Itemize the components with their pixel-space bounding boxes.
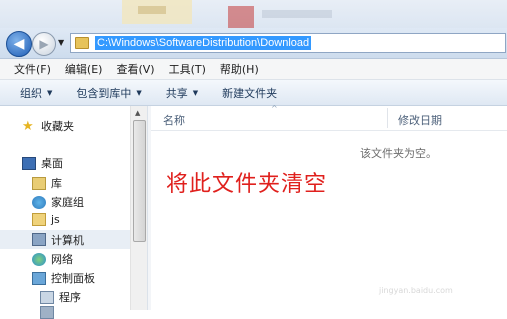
menu-help[interactable]: 帮助(H) <box>220 61 259 77</box>
new-folder-label: 新建文件夹 <box>222 86 278 100</box>
nav-item-library[interactable]: 库 <box>32 175 62 191</box>
organize-button[interactable]: 组织 ▼ <box>20 85 52 101</box>
address-bar[interactable]: C:\Windows\SoftwareDistribution\Download <box>70 33 506 53</box>
nav-item-homegroup[interactable]: 家庭组 <box>32 194 84 210</box>
programs-icon <box>40 290 54 304</box>
nav-pane-scrollbar[interactable]: ▲ <box>130 106 147 310</box>
scrollbar-thumb[interactable] <box>133 120 146 242</box>
command-bar: 组织 ▼ 包含到库中 ▼ 共享 ▼ 新建文件夹 <box>0 80 507 106</box>
navigation-pane: ★ 收藏夹 桌面 库 家庭组 js 计算机 网络 控制面板 程序 <box>0 106 147 319</box>
chevron-down-icon: ▼ <box>192 88 199 97</box>
forward-button[interactable]: ▶ <box>32 32 56 56</box>
menu-view[interactable]: 查看(V) <box>116 61 154 77</box>
nav-item-control-panel[interactable]: 控制面板 <box>32 270 95 286</box>
nav-item-programs[interactable]: 程序 <box>40 289 81 305</box>
nav-item-partial[interactable] <box>40 306 59 319</box>
scroll-up-icon[interactable]: ▲ <box>135 109 140 117</box>
back-button[interactable]: ◀ <box>6 31 32 57</box>
menu-file[interactable]: 文件(F) <box>14 61 51 77</box>
nav-label: 程序 <box>59 291 81 304</box>
nav-item-computer[interactable]: 计算机 <box>0 230 130 249</box>
nav-item-favorites[interactable]: ★ 收藏夹 <box>22 118 74 134</box>
folder-icon <box>75 37 89 49</box>
user-folder-icon <box>32 213 46 226</box>
new-folder-button[interactable]: 新建文件夹 <box>222 85 277 101</box>
address-path[interactable]: C:\Windows\SoftwareDistribution\Download <box>95 36 312 50</box>
annotation-text: 将此文件夹清空 <box>166 172 328 197</box>
column-header-row: ^ 名称 修改日期 <box>151 104 507 131</box>
nav-item-network[interactable]: 网络 <box>32 251 73 267</box>
desktop-icon <box>22 156 36 170</box>
file-list-pane: ^ 名称 修改日期 该文件夹为空。 将此文件夹清空 jingyan.baidu.… <box>151 104 507 310</box>
nav-label: 收藏夹 <box>41 120 74 133</box>
nav-label: js <box>51 213 60 226</box>
nav-label: 库 <box>51 177 62 190</box>
column-header-modified[interactable]: 修改日期 <box>398 112 442 128</box>
library-icon <box>32 176 46 190</box>
recent-pages-dropdown-icon[interactable]: ▼ <box>58 38 64 47</box>
watermark-text: jingyan.baidu.com <box>379 286 453 295</box>
folder-icon <box>40 306 54 319</box>
control-panel-icon <box>32 271 46 285</box>
homegroup-icon <box>32 195 46 209</box>
share-button[interactable]: 共享 ▼ <box>166 85 198 101</box>
navigation-bar: ◀ ▶ ▼ C:\Windows\SoftwareDistribution\Do… <box>0 28 507 59</box>
nav-label: 家庭组 <box>51 196 84 209</box>
blurred-background <box>138 6 166 14</box>
blurred-background <box>228 6 254 28</box>
share-label: 共享 <box>165 86 188 100</box>
empty-folder-message: 该文件夹为空。 <box>360 147 437 160</box>
nav-label: 控制面板 <box>51 272 95 285</box>
sort-indicator-icon: ^ <box>271 104 278 113</box>
nav-item-desktop[interactable]: 桌面 <box>22 155 63 171</box>
star-icon: ★ <box>22 118 34 134</box>
nav-label: 网络 <box>51 253 73 266</box>
include-in-library-label: 包含到库中 <box>76 86 132 100</box>
column-divider[interactable] <box>387 108 388 128</box>
menu-bar: 文件(F) 编辑(E) 查看(V) 工具(T) 帮助(H) <box>0 59 507 80</box>
blurred-background <box>262 10 332 18</box>
computer-icon <box>32 233 46 246</box>
menu-tools[interactable]: 工具(T) <box>169 61 206 77</box>
nav-label: 计算机 <box>51 233 84 247</box>
chevron-down-icon: ▼ <box>136 88 142 97</box>
chevron-down-icon: ▼ <box>47 88 53 97</box>
include-in-library-button[interactable]: 包含到库中 ▼ <box>76 85 141 101</box>
nav-label: 桌面 <box>41 157 63 170</box>
network-icon <box>32 252 46 266</box>
menu-edit[interactable]: 编辑(E) <box>65 61 103 77</box>
organize-label: 组织 <box>20 86 42 100</box>
window-title-strip <box>0 0 507 28</box>
column-header-name[interactable]: 名称 <box>163 112 185 128</box>
nav-item-js[interactable]: js <box>32 213 60 226</box>
